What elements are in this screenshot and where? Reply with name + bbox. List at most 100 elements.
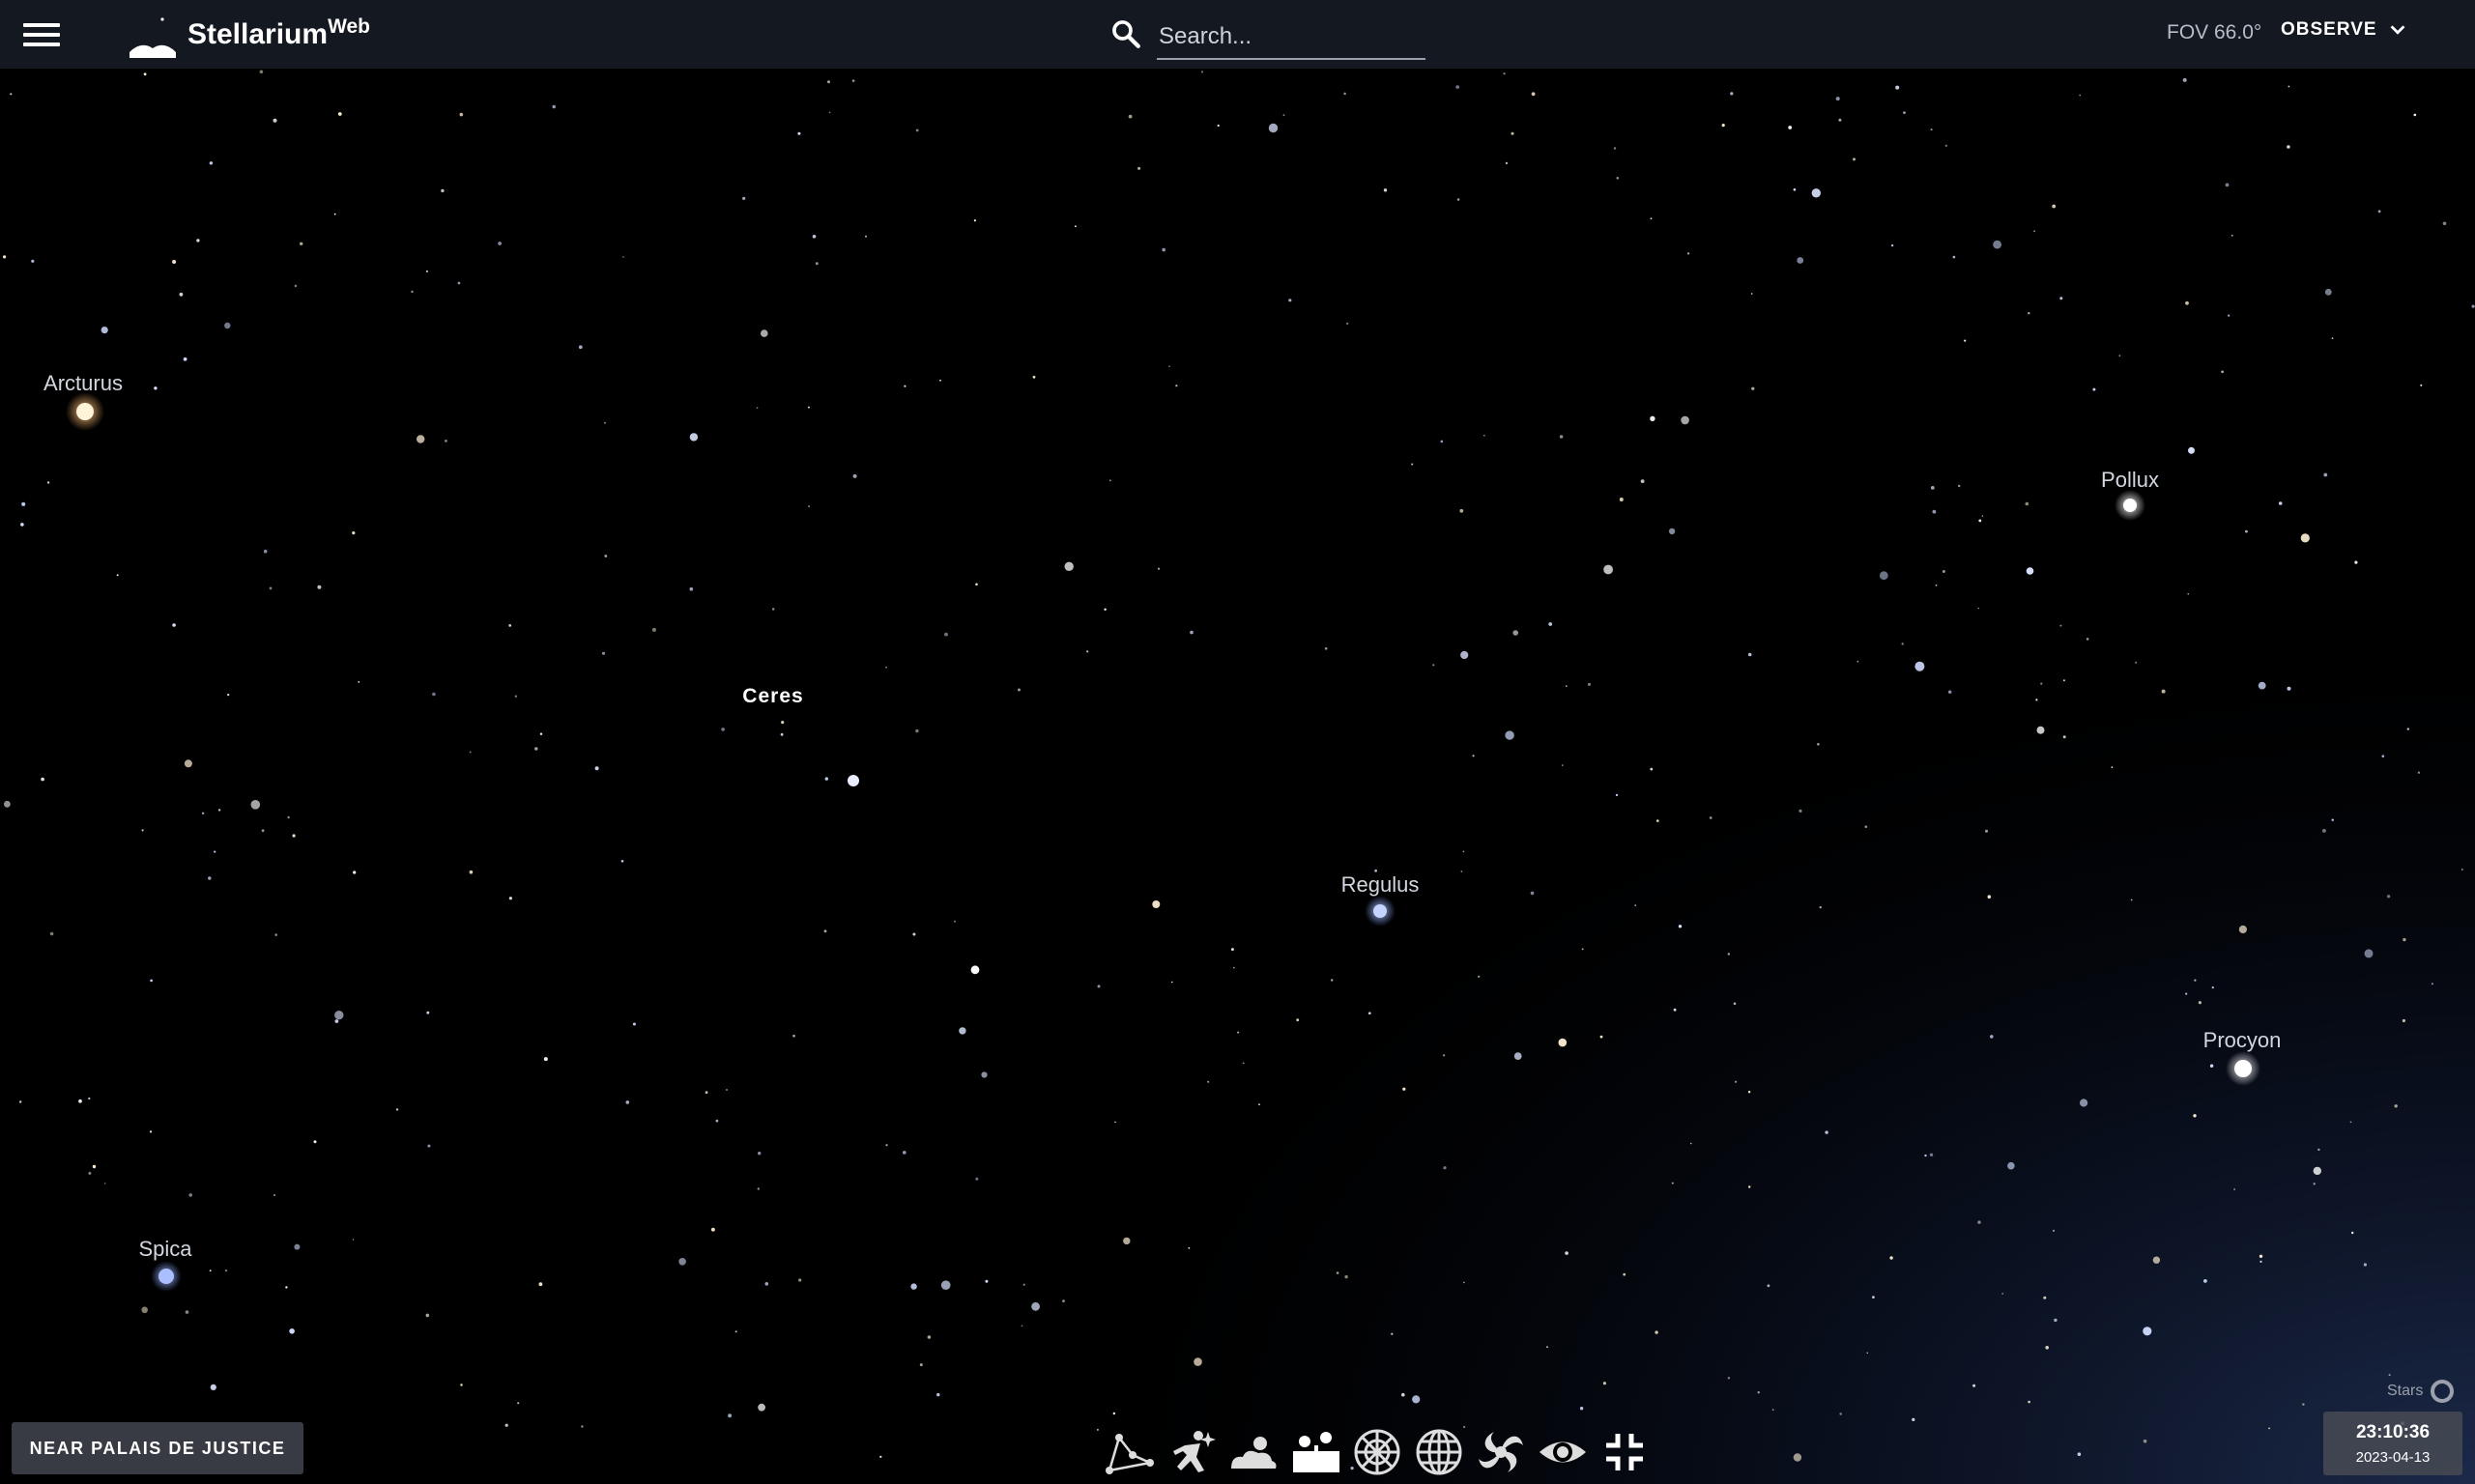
background-star — [417, 435, 425, 443]
background-star — [508, 624, 512, 627]
background-star — [2203, 1279, 2207, 1283]
background-star — [1977, 1220, 1981, 1224]
constellation-art-button[interactable] — [1162, 1422, 1222, 1482]
background-star — [1096, 1428, 1099, 1431]
stars-loading-indicator: Stars — [2387, 1378, 2456, 1405]
background-star — [2313, 1183, 2316, 1185]
background-star — [915, 128, 919, 132]
menu-button[interactable] — [23, 19, 60, 50]
background-star — [534, 747, 538, 751]
background-star — [2442, 221, 2447, 226]
background-star — [975, 1177, 979, 1181]
background-star — [1673, 1008, 1677, 1012]
background-star — [1890, 243, 1894, 247]
background-star — [578, 345, 583, 350]
equatorial-grid-button[interactable] — [1409, 1422, 1469, 1482]
background-star — [143, 72, 147, 76]
background-star — [689, 433, 699, 442]
background-star — [1856, 660, 1859, 663]
background-star — [1460, 650, 1469, 660]
background-star — [1767, 1284, 1770, 1288]
background-star — [981, 1071, 988, 1078]
background-star — [780, 732, 784, 736]
background-star — [1889, 1256, 1893, 1260]
background-star — [1619, 498, 1624, 501]
date-display: 2023-04-13 — [2355, 1448, 2431, 1466]
background-star — [1531, 92, 1536, 97]
background-star — [1750, 293, 1753, 295]
background-star — [149, 1130, 153, 1133]
azimuthal-grid-button[interactable] — [1347, 1422, 1407, 1482]
landscape-button[interactable] — [1285, 1422, 1345, 1482]
background-star — [217, 809, 221, 812]
background-star — [2388, 1374, 2391, 1377]
background-star — [224, 322, 231, 329]
background-star — [2386, 895, 2391, 899]
background-star — [201, 812, 205, 814]
background-star — [46, 481, 50, 484]
background-star — [620, 860, 624, 863]
background-star — [1152, 900, 1161, 908]
star-spica-core — [158, 1269, 174, 1284]
background-star — [425, 1313, 430, 1318]
atmosphere-button[interactable] — [1223, 1422, 1283, 1482]
background-star — [154, 386, 158, 390]
background-star — [92, 1164, 97, 1169]
stellarium-logo-icon — [130, 17, 176, 58]
background-star — [2025, 501, 2029, 506]
background-star — [705, 1091, 708, 1095]
search-input[interactable] — [1157, 15, 1425, 60]
background-star — [2413, 113, 2417, 117]
background-star — [1678, 925, 1683, 928]
background-star — [944, 632, 948, 637]
background-star — [2059, 624, 2062, 627]
background-star — [2062, 679, 2065, 682]
background-star — [543, 1057, 548, 1062]
background-star — [2287, 145, 2290, 149]
star-arcturus-core — [76, 403, 94, 420]
background-star — [214, 850, 216, 853]
datetime-button[interactable]: 23:10:36 2023-04-13 — [2323, 1412, 2462, 1475]
observe-button[interactable]: OBSERVE — [2281, 19, 2408, 41]
sky-view[interactable] — [0, 0, 2475, 1484]
location-button[interactable]: NEAR PALAIS DE JUSTICE — [12, 1422, 303, 1474]
background-star — [1942, 570, 1945, 573]
background-star — [441, 188, 445, 193]
equatorial-grid-icon — [1416, 1429, 1462, 1475]
background-star — [227, 694, 230, 697]
background-star — [1817, 743, 1820, 746]
background-star — [1188, 1246, 1191, 1249]
background-star — [728, 1413, 733, 1418]
background-star — [2420, 384, 2423, 386]
background-star — [1114, 1121, 1116, 1124]
background-star — [970, 965, 980, 975]
background-star — [1112, 1412, 1116, 1415]
background-star — [19, 1100, 22, 1103]
planet-ceres[interactable] — [848, 775, 859, 786]
background-star — [910, 1283, 917, 1290]
background-star — [1838, 118, 1842, 122]
background-star — [141, 829, 144, 832]
background-star — [2111, 766, 2114, 768]
fullscreen-button[interactable] — [1595, 1422, 1655, 1482]
background-star — [1656, 819, 1659, 822]
background-star — [1952, 255, 1956, 259]
background-star — [1948, 690, 1952, 694]
background-star — [1687, 252, 1690, 255]
background-star — [426, 1011, 430, 1014]
background-star — [1562, 764, 1564, 766]
background-star — [1296, 1018, 1300, 1022]
night-mode-button[interactable] — [1533, 1422, 1593, 1482]
constellation-lines-button[interactable] — [1100, 1422, 1160, 1482]
background-star — [954, 920, 956, 923]
deep-sky-objects-button[interactable] — [1471, 1422, 1531, 1482]
background-star — [1730, 92, 1734, 96]
app-title-sup: Web — [328, 15, 371, 38]
background-star — [1511, 131, 1514, 135]
chevron-down-icon — [2390, 25, 2404, 35]
background-star — [2062, 735, 2066, 739]
background-star — [287, 815, 290, 819]
background-star — [1650, 415, 1655, 421]
background-star — [2268, 1427, 2271, 1430]
background-star — [88, 1097, 91, 1100]
